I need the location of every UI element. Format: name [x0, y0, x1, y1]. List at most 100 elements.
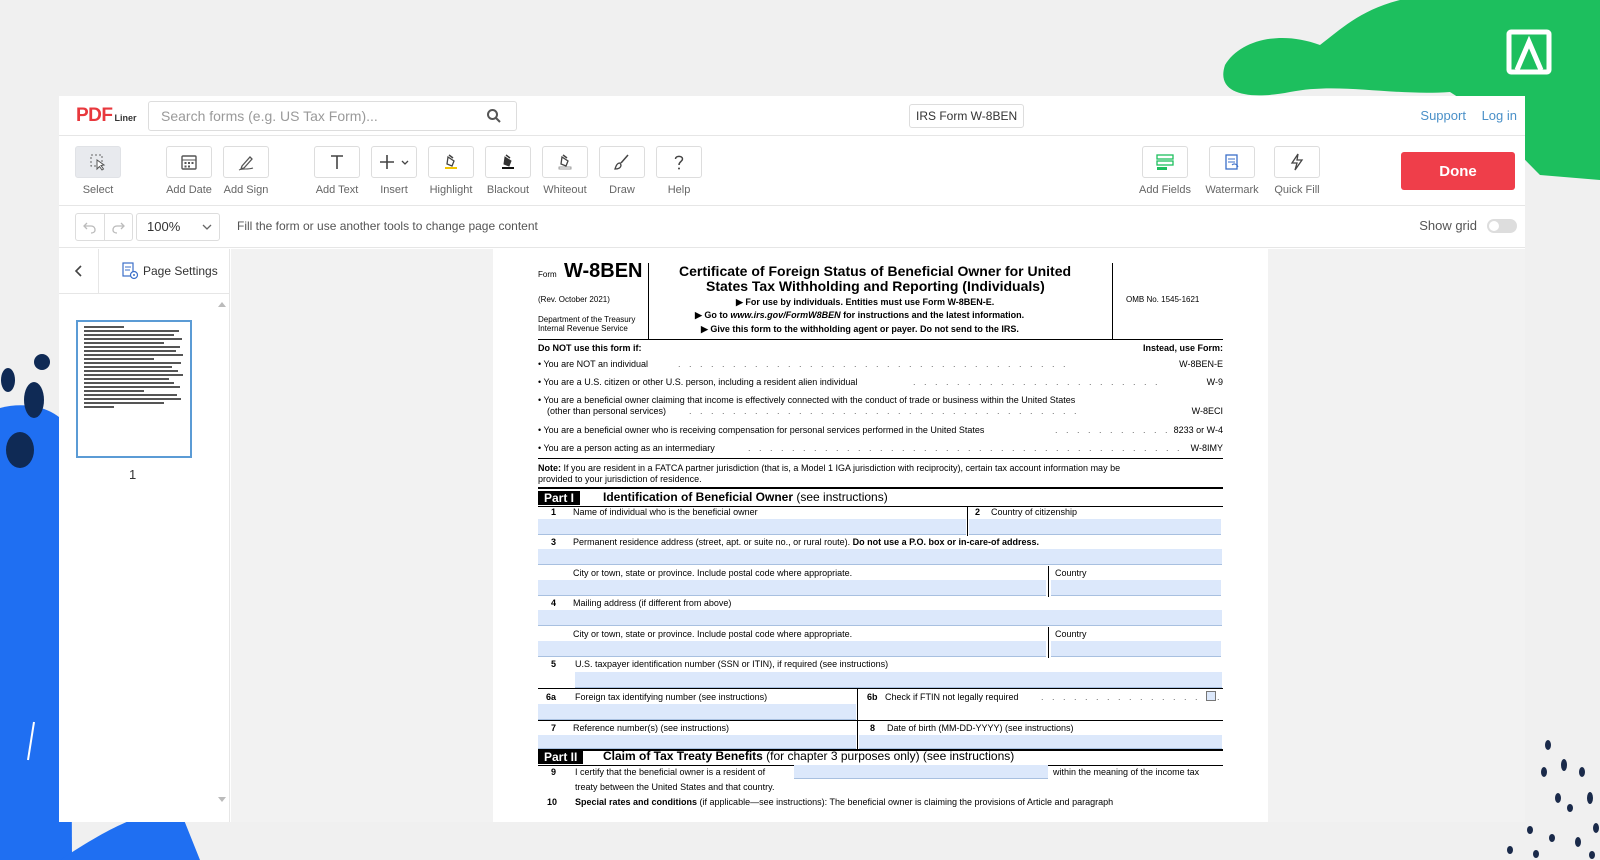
plus-dropdown-icon [380, 155, 409, 169]
line6b-label: Check if FTIN not legally required [885, 692, 1019, 702]
omb-number: OMB No. 1545-1621 [1126, 295, 1200, 304]
watermark-label: Watermark [1205, 184, 1259, 196]
form-title-line1: Certificate of Foreign Status of Benefic… [679, 263, 1072, 279]
country-field-1[interactable] [1051, 580, 1221, 596]
country-field-2[interactable] [1051, 641, 1221, 657]
bullet-3-text: • You are a beneficial owner claiming th… [538, 395, 1076, 405]
us-tin-field[interactable] [575, 672, 1222, 688]
done-button[interactable]: Done [1401, 152, 1515, 190]
add-sign-tool[interactable]: Add Sign [217, 146, 275, 196]
zoom-select[interactable]: 100% [136, 213, 220, 241]
page-thumbnail[interactable] [76, 320, 192, 458]
fatca-note: Note: If you are resident in a FATCA par… [538, 463, 1121, 473]
highlighter-icon [445, 154, 457, 169]
line8-label: Date of birth (MM-DD-YYYY) (see instruct… [887, 723, 1074, 733]
bullet-5-form: W-8IMY [1187, 443, 1223, 453]
lightning-icon [1290, 153, 1304, 171]
line6a-label: Foreign tax identifying number (see inst… [575, 692, 768, 702]
line5-label: U.S. taxpayer identification number (SSN… [575, 659, 889, 669]
do-not-use-heading: Do NOT use this form if: [538, 343, 642, 353]
document-name[interactable]: IRS Form W-8BEN [909, 104, 1025, 128]
treaty-country-field[interactable] [794, 765, 1048, 779]
mailing-address-field[interactable] [538, 610, 1222, 626]
city-field-2[interactable] [538, 641, 1046, 657]
draw-label: Draw [609, 184, 635, 196]
question-icon [674, 155, 684, 170]
add-date-tool[interactable]: Add Date [160, 146, 218, 196]
quick-fill-tool[interactable]: Quick Fill [1268, 146, 1326, 196]
country-label-2: Country [1055, 629, 1087, 639]
app-window: PDF Liner IRS Form W-8BEN Support Log in… [59, 96, 1525, 822]
bullet-3-text2: (other than personal services) [547, 406, 667, 416]
date-of-birth-field[interactable] [859, 735, 1222, 749]
text-icon [331, 155, 343, 169]
bullet-2-text: • You are a U.S. citizen or other U.S. p… [538, 377, 858, 387]
line7-label: Reference number(s) (see instructions) [573, 723, 730, 733]
editor-toolbar: Select Add Date Add Sign Add Text Insert… [59, 136, 1525, 206]
form-page: Form W-8BEN (Rev. October 2021) Departme… [493, 249, 1268, 822]
page-settings-button[interactable]: Page Settings [121, 262, 218, 280]
chevron-down-icon [202, 224, 212, 230]
support-link[interactable]: Support [1420, 108, 1466, 123]
search-icon[interactable] [486, 108, 502, 124]
draw-tool[interactable]: Draw [593, 146, 651, 196]
scroll-up-icon[interactable] [218, 301, 226, 307]
part2-title: Claim of Tax Treaty Benefits (for chapte… [603, 749, 1015, 763]
add-date-label: Add Date [166, 184, 212, 196]
search-input[interactable] [161, 107, 481, 124]
beneficial-owner-name-field[interactable] [538, 519, 966, 535]
redo-button[interactable] [103, 214, 133, 240]
undo-button[interactable] [76, 214, 104, 240]
undo-redo-group [75, 213, 133, 241]
whiteout-tool[interactable]: Whiteout [536, 146, 594, 196]
search-box [148, 100, 517, 131]
country-of-citizenship-field[interactable] [969, 519, 1221, 535]
scroll-down-icon[interactable] [218, 797, 226, 803]
foreign-tin-field[interactable] [538, 704, 856, 720]
permanent-address-field[interactable] [538, 549, 1222, 565]
bullet-2-form: W-9 [1203, 377, 1223, 387]
quick-fill-label: Quick Fill [1274, 184, 1320, 196]
ftin-not-required-checkbox[interactable] [1206, 691, 1216, 701]
redo-icon [112, 222, 126, 234]
add-fields-tool[interactable]: Add Fields [1136, 146, 1194, 196]
line4-label: Mailing address (if different from above… [573, 598, 732, 608]
grid-switch[interactable] [1487, 218, 1517, 233]
reference-number-field[interactable] [538, 735, 856, 749]
help-tool[interactable]: Help [650, 146, 708, 196]
insert-label: Insert [380, 184, 408, 196]
city-label-1: City or town, state or province. Include… [573, 568, 853, 578]
insert-tool[interactable]: Insert [365, 146, 423, 196]
logo-main: PDF [76, 104, 113, 126]
form-id: W-8BEN [564, 260, 643, 282]
bullet-1-text: • You are NOT an individual [538, 359, 649, 369]
part2-tag: Part II [538, 750, 584, 764]
document-area: Form W-8BEN (Rev. October 2021) Departme… [231, 249, 1525, 822]
pdfliner-logo[interactable]: PDF Liner [59, 105, 148, 127]
country-label-1: Country [1055, 568, 1087, 578]
select-tool[interactable]: Select [69, 146, 127, 196]
add-sign-label: Add Sign [223, 184, 269, 196]
hint-text: Fill the form or use another tools to ch… [237, 219, 538, 233]
watermark-icon [1225, 154, 1239, 170]
bullet-1-form: W-8BEN-E [1176, 359, 1223, 369]
signature-pen-icon [238, 156, 254, 171]
instruction-3: ▶ Give this form to the withholding agen… [701, 324, 1019, 334]
city-field-1[interactable] [538, 580, 1046, 596]
add-text-tool[interactable]: Add Text [308, 146, 366, 196]
undo-icon [82, 222, 96, 234]
select-cursor-icon [90, 154, 106, 171]
part1-tag: Part I [538, 491, 581, 505]
header-links: Support Log in [1408, 108, 1517, 123]
login-link[interactable]: Log in [1482, 108, 1517, 123]
show-grid-toggle[interactable]: Show grid [1419, 218, 1517, 233]
add-text-label: Add Text [315, 184, 359, 196]
agency: Internal Revenue Service [538, 324, 628, 333]
select-label: Select [82, 184, 114, 196]
blackout-tool[interactable]: Blackout [479, 146, 537, 196]
collapse-sidebar-button[interactable] [59, 248, 99, 294]
bullet-4-form: 8233 or W-4 [1170, 425, 1223, 435]
watermark-tool[interactable]: Watermark [1203, 146, 1261, 196]
highlight-tool[interactable]: Highlight [422, 146, 480, 196]
line2-label: Country of citizenship [991, 507, 1078, 517]
